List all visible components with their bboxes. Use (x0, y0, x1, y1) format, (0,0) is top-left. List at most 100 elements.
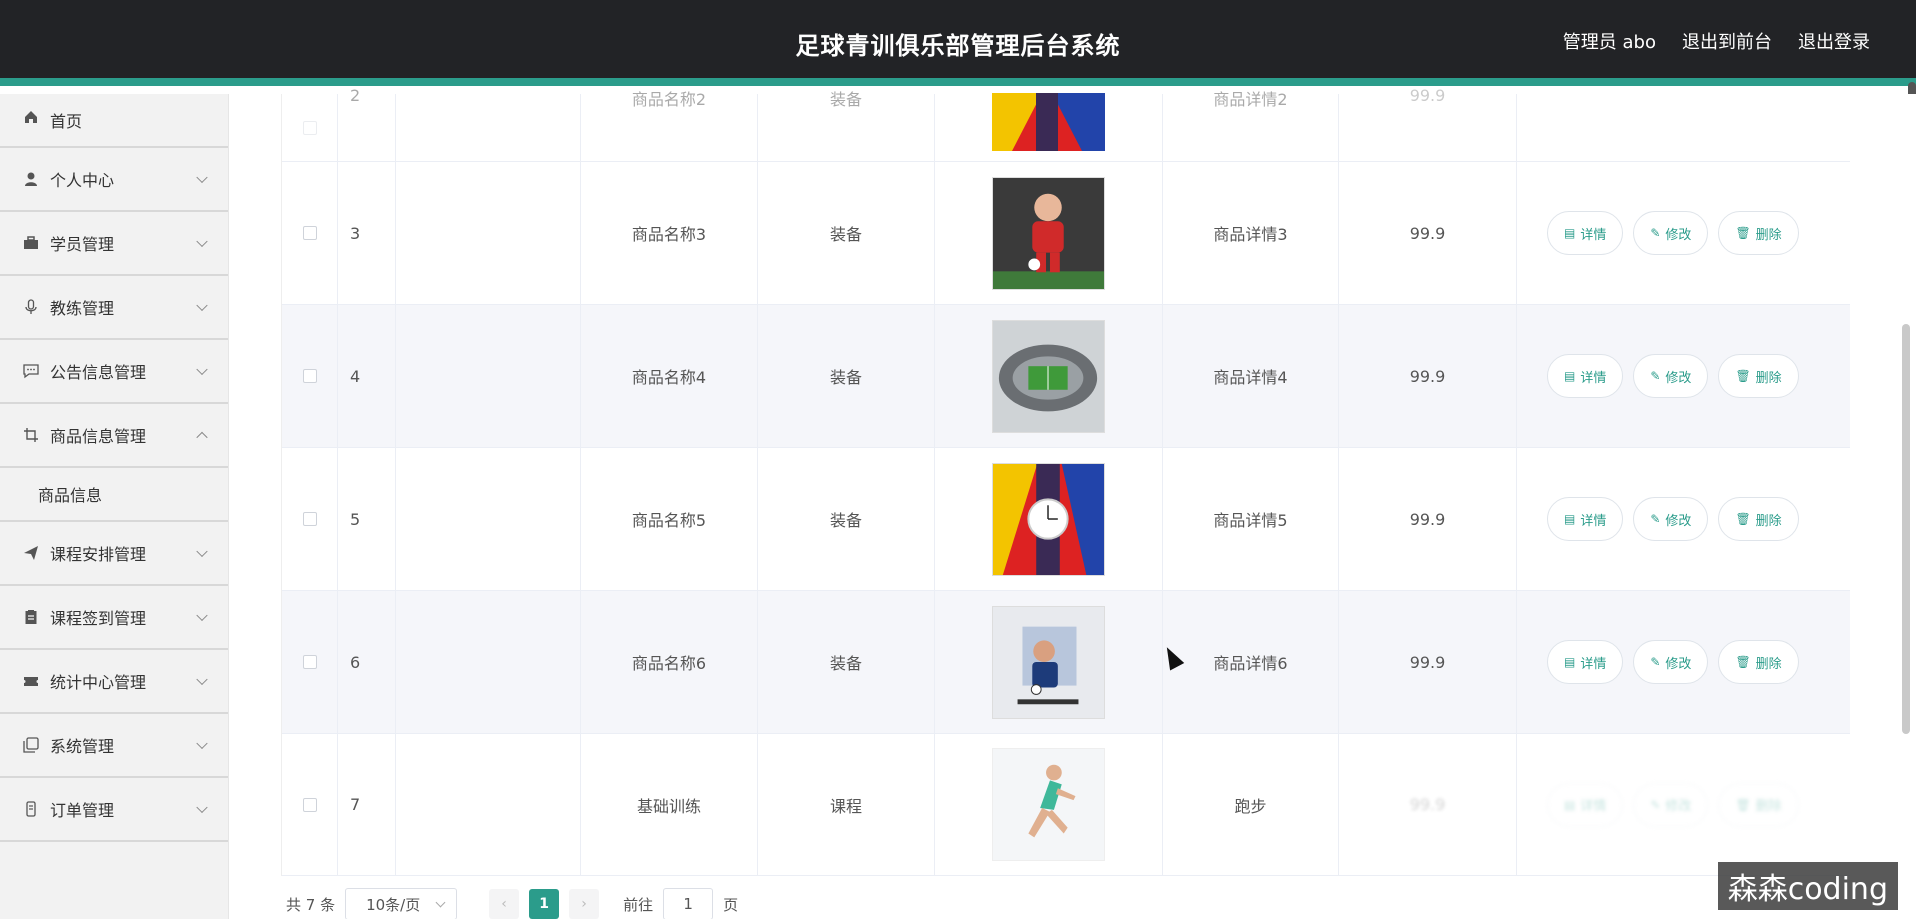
table-row: 5 商品名称5 装备 商品详情5 99.9 ▤ 详情 ✎ 修改 🗑 删除 (282, 448, 1850, 591)
microphone-icon (22, 298, 40, 316)
detail-button[interactable]: ▤ 详情 (1547, 782, 1624, 827)
product-image (992, 319, 1105, 433)
delete-button[interactable]: 🗑 删除 (1718, 354, 1799, 398)
delete-button[interactable]: 🗑 删除 (1718, 497, 1799, 541)
sidebar-item-home[interactable]: 首页 (0, 94, 228, 148)
sidebar-item-orders[interactable]: 订单管理 (0, 778, 228, 842)
edit-button[interactable]: ✎ 修改 (1633, 640, 1709, 684)
product-image (992, 92, 1105, 151)
edit-button[interactable]: ✎ 修改 (1633, 497, 1709, 541)
next-page-button[interactable]: › (569, 889, 600, 919)
row-type: 装备 (758, 591, 935, 733)
row-name: 商品名称4 (581, 305, 758, 447)
delete-button[interactable]: 🗑 删除 (1718, 640, 1799, 684)
product-image (992, 605, 1105, 719)
row-detail: 跑步 (1163, 734, 1339, 875)
delete-button[interactable]: 🗑 删除 (1718, 211, 1799, 255)
page-number-current[interactable]: 1 (529, 889, 560, 919)
delete-button[interactable]: 🗑 删除 (1718, 782, 1799, 827)
row-checkbox[interactable] (302, 655, 317, 669)
table-row: 6 商品名称6 装备 商品详情6 99.9 ▤ 详情 ✎ 修改 🗑 删除 (282, 591, 1850, 734)
goto-label: 前往 (623, 895, 654, 914)
row-checkbox[interactable] (302, 797, 317, 812)
trash-icon: 🗑 (1735, 797, 1751, 812)
header-actions: 管理员 abo 退出到前台 退出登录 (1563, 28, 1870, 54)
detail-button[interactable]: ▤ 详情 (1547, 640, 1624, 684)
chevron-down-icon (196, 545, 208, 558)
chevron-down-icon (196, 363, 208, 376)
sidebar-item-system[interactable]: 系统管理 (0, 714, 228, 778)
exit-to-front-link[interactable]: 退出到前台 (1682, 28, 1772, 54)
detail-button[interactable]: ▤ 详情 (1547, 497, 1624, 541)
row-blank (396, 305, 581, 447)
row-checkbox-cell (282, 448, 338, 590)
sidebar-subitem-product-info[interactable]: 商品信息 (0, 468, 228, 522)
sidebar-item-announcements[interactable]: 公告信息管理 (0, 340, 228, 404)
copy-icon (22, 736, 40, 754)
logout-link[interactable]: 退出登录 (1798, 28, 1870, 54)
send-icon (22, 544, 40, 562)
document-icon: ▤ (1564, 797, 1576, 812)
row-type: 装备 (758, 162, 935, 304)
pencil-icon: ✎ (1650, 512, 1661, 526)
row-price: 99.9 (1339, 162, 1517, 304)
row-name: 商品名称2 (581, 90, 758, 161)
trash-icon: 🗑 (1735, 655, 1751, 669)
sidebar-item-label: 课程安排管理 (50, 545, 147, 564)
row-blank (396, 734, 581, 875)
sidebar-item-label: 首页 (50, 112, 83, 131)
detail-button[interactable]: ▤ 详情 (1547, 354, 1624, 398)
ticket-icon (22, 672, 40, 690)
prev-page-button[interactable]: ‹ (489, 889, 520, 919)
table-row: 4 商品名称4 装备 商品详情4 99.9 ▤ 详情 ✎ 修改 🗑 删除 (282, 305, 1850, 448)
row-image (935, 591, 1163, 733)
chevron-down-icon (196, 299, 208, 312)
row-actions (1517, 94, 1850, 161)
vertical-scrollbar[interactable] (1902, 324, 1910, 734)
chevron-down-icon (196, 235, 208, 248)
document-icon: ▤ (1564, 369, 1576, 383)
table-row: 2 商品名称2 装备 商品详情2 99.9 (282, 86, 1850, 162)
row-checkbox[interactable] (302, 512, 317, 526)
row-checkbox-cell (282, 94, 338, 161)
detail-button[interactable]: ▤ 详情 (1547, 211, 1624, 255)
sidebar-item-students[interactable]: 学员管理 (0, 212, 228, 276)
page-size-select[interactable]: 10条/页 (345, 888, 458, 919)
trash-icon: 🗑 (1735, 226, 1751, 240)
row-image (935, 305, 1163, 447)
goto-page-input[interactable]: 1 (663, 888, 714, 919)
sidebar-item-coaches[interactable]: 教练管理 (0, 276, 228, 340)
sidebar-item-products[interactable]: 商品信息管理 (0, 404, 228, 468)
chat-icon (22, 362, 40, 380)
table-row: 3 商品名称3 装备 商品详情3 99.9 ▤ 详情 ✎ 修改 🗑 删除 (282, 162, 1850, 305)
row-actions: ▤ 详情 ✎ 修改 🗑 删除 (1517, 734, 1850, 875)
row-image (935, 734, 1163, 875)
row-checkbox[interactable] (302, 369, 317, 383)
row-index: 6 (338, 591, 396, 733)
row-checkbox[interactable] (302, 226, 317, 240)
row-index: 5 (338, 448, 396, 590)
sidebar: 首页 个人中心 学员管理 教练管理 公告信息管理 商品信息管理 商品信息 课程安… (0, 94, 229, 919)
trash-icon: 🗑 (1735, 369, 1751, 383)
edit-button[interactable]: ✎ 修改 (1633, 354, 1709, 398)
row-checkbox[interactable] (302, 120, 317, 135)
watermark: 森森coding (1717, 862, 1898, 910)
pencil-icon: ✎ (1650, 797, 1661, 812)
sidebar-item-personal[interactable]: 个人中心 (0, 148, 228, 212)
row-price: 99.9 (1339, 86, 1517, 161)
sidebar-item-statistics[interactable]: 统计中心管理 (0, 650, 228, 714)
edit-button[interactable]: ✎ 修改 (1633, 211, 1709, 255)
sidebar-item-label: 公告信息管理 (50, 363, 147, 382)
chevron-down-icon (435, 897, 446, 908)
sidebar-item-checkin[interactable]: 课程签到管理 (0, 586, 228, 650)
sidebar-item-schedule[interactable]: 课程安排管理 (0, 522, 228, 586)
pencil-icon: ✎ (1650, 226, 1661, 240)
user-icon (22, 170, 40, 188)
row-type: 课程 (758, 734, 935, 875)
edit-button[interactable]: ✎ 修改 (1633, 782, 1709, 827)
row-name: 商品名称5 (581, 448, 758, 590)
row-detail: 商品详情6 (1163, 591, 1339, 733)
document-icon: ▤ (1564, 226, 1576, 240)
sidebar-item-label: 个人中心 (50, 171, 115, 190)
sidebar-item-label: 学员管理 (50, 235, 115, 254)
